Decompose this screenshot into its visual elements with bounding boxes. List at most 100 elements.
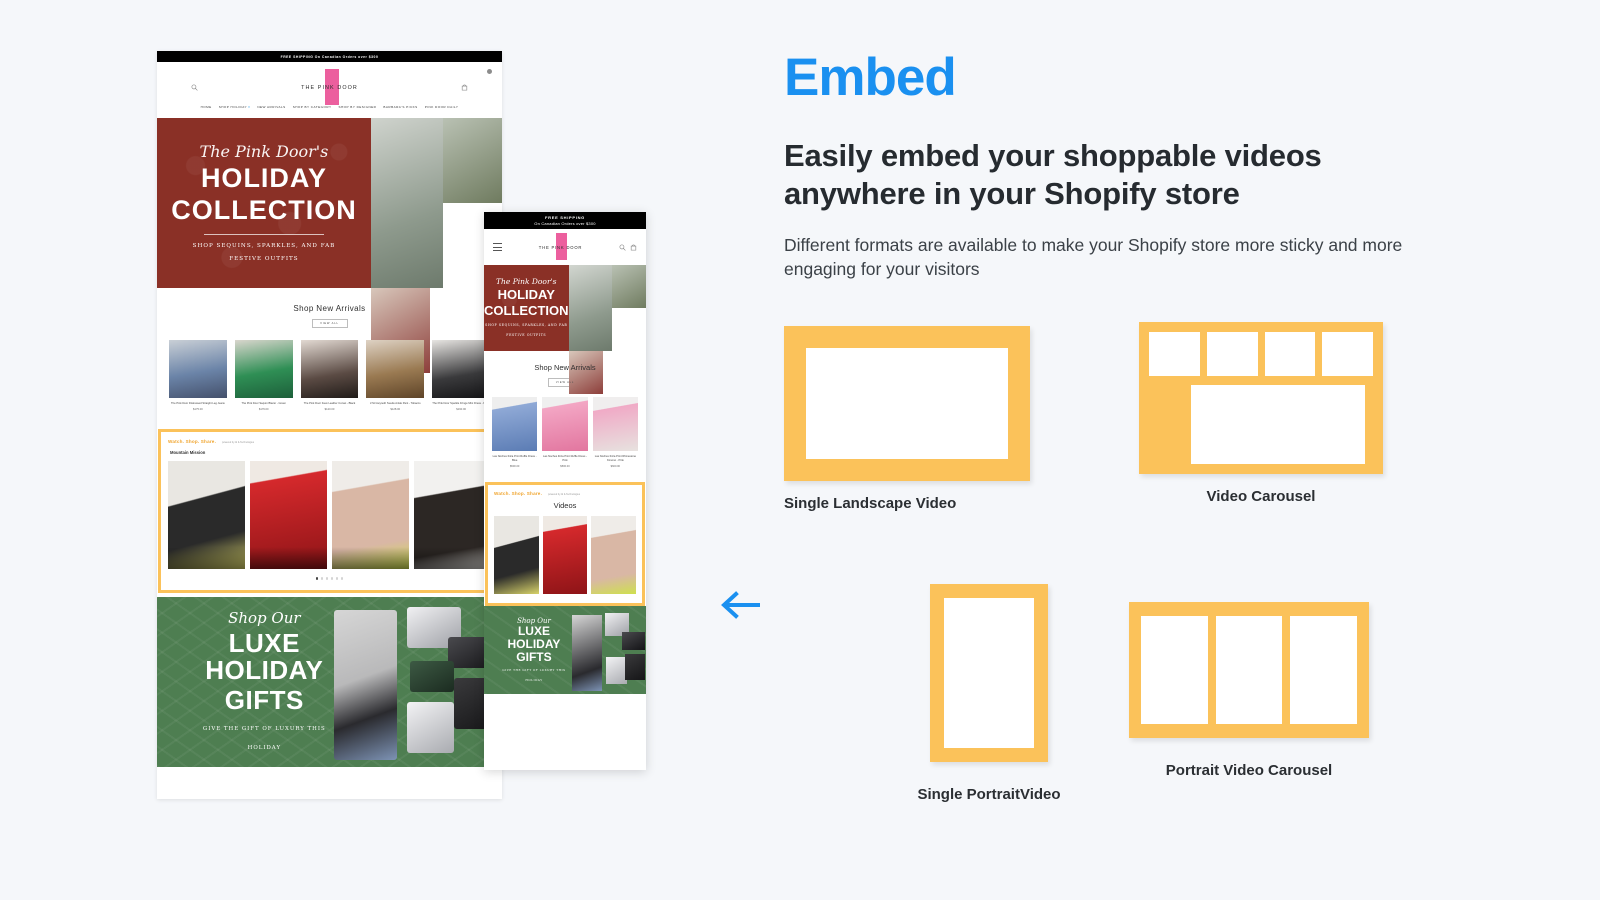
store-logo-text: THE PINK DOOR <box>301 84 358 91</box>
product-image <box>169 340 227 398</box>
product-name: The Pink Door Distressed Straight Leg Je… <box>171 402 225 405</box>
cart-icon[interactable] <box>461 84 468 91</box>
video-thumbnail[interactable] <box>250 461 327 570</box>
hero-image-collage <box>370 118 502 373</box>
green-subtitle-line1: GIVE THE GIFT OF LUXURY THIS <box>502 668 566 673</box>
view-all-button[interactable]: VIEW ALL <box>311 319 348 328</box>
wss-section-title: Videos <box>553 501 577 511</box>
product-price: $500.00 <box>560 465 570 469</box>
video-caption-overlay <box>168 547 245 570</box>
store-logo[interactable]: THE PINK DOOR <box>538 232 583 260</box>
mobile-hero-images <box>568 265 647 394</box>
video-thumbnail[interactable] <box>494 516 539 595</box>
carousel-dot[interactable] <box>320 577 324 580</box>
store-logo[interactable]: THE PINK DOOR <box>301 68 358 105</box>
search-icon[interactable] <box>191 84 198 91</box>
mobile-announcement-line2: On Canadian Orders over $300 <box>534 221 596 226</box>
green-title-line1: LUXE HOLIDAY <box>205 627 324 686</box>
hero-divider <box>203 234 324 236</box>
hamburger-menu-icon[interactable] <box>493 241 502 253</box>
hero-subtitle-line1: SHOP SEQUINS, SPARKLES, AND FAB <box>192 243 336 250</box>
product-card[interactable]: Las Noches Ibiza Print Ruffle Dress - Pi… <box>542 397 588 469</box>
product-card[interactable]: The Pink Door Distressed Straight Leg Je… <box>169 340 227 411</box>
nav-item-shop-by-category[interactable]: SHOP BY CATEGORY <box>293 105 332 109</box>
watch-shop-share-header: Watch. Shop. Share. powered by AI & Tech… <box>168 439 491 444</box>
product-card[interactable]: The Pink Door Faux Leather Corset - Blac… <box>300 340 359 411</box>
video-thumbnail[interactable] <box>414 461 491 570</box>
mobile-header: THE PINK DOOR <box>484 229 646 265</box>
format-option-single-landscape-video[interactable]: Single Landscape Video <box>784 326 1074 512</box>
product-image <box>234 340 293 398</box>
video-thumbnail[interactable] <box>332 461 409 570</box>
embed-brand-title: Embed <box>784 48 957 107</box>
portrait-placeholder <box>1290 616 1358 725</box>
cart-icon[interactable] <box>630 244 637 251</box>
wss-powered-by: powered by AI & Technologies <box>222 441 255 445</box>
product-cutout-silver-boot <box>406 701 455 753</box>
portrait-video-carousel-diagram <box>1129 602 1369 739</box>
thumbnail-placeholder <box>1322 332 1373 377</box>
video-thumbnail[interactable] <box>542 516 588 595</box>
carousel-dot[interactable] <box>325 577 329 580</box>
thumbnail-placeholder <box>1206 332 1258 377</box>
mobile-hero-banner[interactable]: The Pink Door's HOLIDAY COLLECTION SHOP … <box>484 265 647 394</box>
account-icon[interactable] <box>487 69 492 74</box>
mobile-green-banner[interactable]: Shop Our LUXE HOLIDAY GIFTS GIVE THE GIF… <box>484 606 646 695</box>
desktop-hero-banner[interactable]: The Pink Door's HOLIDAY COLLECTION SHOP … <box>157 118 502 373</box>
format-option-portrait-video-carousel[interactable]: Portrait Video Carousel <box>1129 602 1449 779</box>
hero-image-1 <box>370 118 444 288</box>
product-price: $190.00 <box>456 408 466 412</box>
product-cutout-boot <box>624 653 646 680</box>
hero-subtitle-line1: SHOP SEQUINS, SPARKLES, AND FAB <box>485 322 568 327</box>
green-banner-products <box>571 606 646 694</box>
nav-item-shop-by-designer[interactable]: SHOP BY DESIGNER <box>338 105 376 109</box>
format-label: Single PortraitVideo <box>917 786 1061 804</box>
video-thumbnail[interactable] <box>591 516 637 595</box>
product-card[interactable]: Las Noches Ibiza Print Rhinestone Kimono… <box>592 397 638 468</box>
arrow-left-icon <box>721 591 760 619</box>
single-portrait-video-diagram <box>930 584 1048 763</box>
product-card[interactable]: Las Noches Ibiza Print Ruffle Dress - Bl… <box>492 397 538 468</box>
carousel-dot[interactable] <box>340 577 344 580</box>
video-carousel-row <box>494 516 637 595</box>
product-name: The Pink Door Sparkle Fringe Mini Dress … <box>432 402 490 405</box>
mobile-store-mockup: FREE SHIPPING On Canadian Orders over $3… <box>484 212 646 770</box>
carousel-dot[interactable] <box>315 577 319 580</box>
product-name: The Pink Door Faux Leather Corset - Blac… <box>303 402 356 405</box>
carousel-dots[interactable] <box>168 577 491 580</box>
product-cutout-green-bag <box>409 661 455 692</box>
product-card[interactable]: The Pink Door Sequin Blazer - Green $179… <box>234 340 293 411</box>
video-carousel-row <box>168 461 491 570</box>
nav-item-shop-holiday[interactable]: SHOP HOLIDAY ▾ <box>219 105 251 109</box>
product-grid: Las Noches Ibiza Print Ruffle Dress - Bl… <box>492 397 638 468</box>
hero-image-1 <box>568 265 612 351</box>
product-card[interactable]: The Pink Door Sparkle Fringe Mini Dress … <box>432 340 490 411</box>
search-icon[interactable] <box>619 244 626 251</box>
nav-item-barbaras-picks[interactable]: BARBARA'S PICKS <box>383 105 417 109</box>
product-cutout-model <box>333 610 398 760</box>
nav-item-pink-door-daily[interactable]: PINK DOOR DAILY <box>425 105 459 109</box>
product-price: $128.00 <box>390 408 401 412</box>
product-card[interactable]: LTH Gwyneth Suede Ankle Pant - Tobacco $… <box>366 340 425 412</box>
carousel-dot[interactable] <box>330 577 334 580</box>
wss-powered-by: powered by AI & Technologies <box>548 493 581 497</box>
hero-title-line1: HOLIDAY <box>497 287 555 303</box>
device-mockups: FREE SHIPPING On Canadian Orders over $3… <box>0 0 760 900</box>
format-option-single-portrait-video[interactable]: Single PortraitVideo <box>844 584 1134 803</box>
mobile-hero-text: The Pink Door's HOLIDAY COLLECTION SHOP … <box>484 265 569 351</box>
mobile-new-arrivals-section: Shop New Arrivals VIEW ALL Las Noches Ib… <box>484 351 646 478</box>
carousel-dot[interactable] <box>335 577 339 580</box>
wss-brand-label: Watch. Shop. Share. <box>168 439 217 445</box>
video-thumbnail[interactable] <box>168 461 245 570</box>
format-label: Single Landscape Video <box>784 495 957 513</box>
product-name: LTH Gwyneth Suede Ankle Pant - Tobacco <box>369 402 421 405</box>
nav-item-new-arrivals[interactable]: NEW ARRIVALS <box>257 105 285 109</box>
store-logo-text: THE PINK DOOR <box>538 244 583 250</box>
product-cutout-model <box>571 614 602 691</box>
product-name: Las Noches Ibiza Print Ruffle Dress - Pi… <box>542 455 587 463</box>
format-option-video-carousel[interactable]: Video Carousel <box>1139 322 1459 505</box>
nav-item-home[interactable]: HOME <box>201 105 212 109</box>
product-name: The Pink Door Sequin Blazer - Green <box>241 402 286 405</box>
hero-title-line1: HOLIDAY <box>200 162 327 193</box>
desktop-green-banner[interactable]: Shop Our LUXE HOLIDAY GIFTS GIVE THE GIF… <box>157 596 502 767</box>
